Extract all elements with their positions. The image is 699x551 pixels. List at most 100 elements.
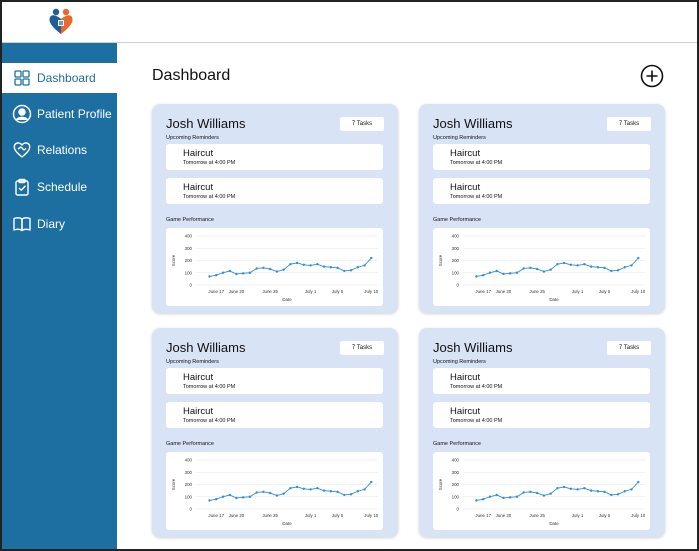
game-performance-label: Game Performance <box>166 217 214 223</box>
data-point <box>262 490 265 494</box>
x-tick-label: June 25 <box>262 513 278 518</box>
data-point <box>370 256 373 260</box>
reminder-title: Haircut <box>450 372 481 383</box>
data-point <box>623 266 626 269</box>
x-tick-label: July 5 <box>599 513 611 518</box>
data-point <box>268 491 272 495</box>
data-point <box>610 493 613 497</box>
y-tick-label: 100 <box>452 270 460 275</box>
game-performance-chart: 0 100 200 300 400 June 17 June 20 June 25 July 1… <box>433 452 650 530</box>
heart-handshake-icon <box>13 142 31 158</box>
x-axis-label: Date <box>282 297 292 302</box>
reminder-item[interactable]: Haircut Tomorrow at 4:00 PM <box>433 144 650 170</box>
reminder-item[interactable]: Haircut Tomorrow at 4:00 PM <box>166 402 383 428</box>
data-point <box>349 493 353 496</box>
data-point <box>569 263 573 266</box>
data-point <box>363 488 366 491</box>
data-point <box>336 490 339 494</box>
data-point <box>235 496 238 500</box>
patient-card[interactable]: Josh Williams 7 Tasks Upcoming Reminders… <box>152 104 398 313</box>
x-axis-label: Date <box>549 297 559 302</box>
data-point <box>215 498 218 501</box>
x-tick-label: June 25 <box>529 289 545 294</box>
y-axis-label: Score <box>438 478 443 490</box>
sidebar-item-diary[interactable]: Diary <box>12 211 65 237</box>
data-point <box>583 486 586 490</box>
line-chart: 0 100 200 300 400 June 17 June 20 June 25 July 1… <box>171 234 379 302</box>
patient-card[interactable]: Josh Williams 7 Tasks Upcoming Reminders… <box>152 328 398 537</box>
data-point <box>356 490 359 493</box>
reminder-item[interactable]: Haircut Tomorrow at 4:00 PM <box>166 368 383 394</box>
upcoming-reminders-label: Upcoming Reminders <box>433 359 486 365</box>
data-point <box>241 496 245 499</box>
data-point <box>309 264 312 267</box>
line-chart: 0 100 200 300 400 June 17 June 20 June 25 July 1… <box>438 458 646 526</box>
reminder-title: Haircut <box>183 406 214 417</box>
data-point <box>349 269 353 272</box>
grid-icon <box>14 70 30 86</box>
data-point <box>329 490 333 493</box>
y-tick-label: 200 <box>185 258 193 263</box>
data-point <box>583 262 586 266</box>
x-tick-label: June 25 <box>262 289 278 294</box>
game-performance-label: Game Performance <box>433 217 481 223</box>
data-point <box>282 492 285 495</box>
x-tick-label: July 10 <box>364 289 378 294</box>
patient-name: Josh Williams <box>433 116 513 131</box>
sidebar-item-label: Schedule <box>37 180 88 194</box>
data-point <box>356 266 359 269</box>
data-point <box>302 263 306 266</box>
series-line <box>209 257 372 277</box>
patient-card[interactable]: Josh Williams 7 Tasks Upcoming Reminders… <box>419 104 665 313</box>
tasks-badge[interactable]: 7 Tasks <box>607 117 651 131</box>
x-tick-label: July 5 <box>332 289 344 294</box>
tasks-badge[interactable]: 7 Tasks <box>340 341 384 355</box>
data-point <box>556 486 559 490</box>
reminder-item[interactable]: Haircut Tomorrow at 4:00 PM <box>166 178 383 204</box>
x-tick-label: June 17 <box>208 513 224 518</box>
reminder-item[interactable]: Haircut Tomorrow at 4:00 PM <box>433 368 650 394</box>
sidebar-item-patient-profile[interactable]: Patient Profile <box>12 101 112 127</box>
tasks-badge[interactable]: 7 Tasks <box>607 341 651 355</box>
patient-card[interactable]: Josh Williams 7 Tasks Upcoming Reminders… <box>419 328 665 537</box>
app-window: Dashboard Patient Profile Relations Sche… <box>0 0 699 551</box>
data-point <box>569 487 573 490</box>
data-point <box>343 493 346 497</box>
data-point <box>542 494 546 497</box>
data-point <box>208 499 211 502</box>
book-icon <box>13 217 31 232</box>
y-tick-label: 300 <box>185 470 193 475</box>
data-point <box>255 491 258 494</box>
x-tick-label: June 17 <box>208 289 224 294</box>
data-point <box>248 271 252 274</box>
reminder-item[interactable]: Haircut Tomorrow at 4:00 PM <box>433 402 650 428</box>
data-point <box>322 489 326 492</box>
reminder-item[interactable]: Haircut Tomorrow at 4:00 PM <box>433 178 650 204</box>
x-tick-label: June 20 <box>229 289 245 294</box>
tasks-badge[interactable]: 7 Tasks <box>340 117 384 131</box>
x-tick-label: June 17 <box>475 513 491 518</box>
data-point <box>637 480 640 484</box>
y-tick-label: 400 <box>452 458 460 463</box>
data-point <box>370 480 373 484</box>
data-point <box>268 267 272 271</box>
data-point <box>596 490 600 493</box>
x-tick-label: July 10 <box>631 289 645 294</box>
data-point <box>549 268 552 271</box>
sidebar-item-dashboard[interactable]: Dashboard <box>12 65 96 91</box>
data-point <box>255 267 258 270</box>
data-point <box>316 486 319 490</box>
data-point <box>248 495 252 498</box>
sidebar-item-schedule[interactable]: Schedule <box>12 174 87 200</box>
reminder-item[interactable]: Haircut Tomorrow at 4:00 PM <box>166 144 383 170</box>
reminder-title: Haircut <box>183 372 214 383</box>
data-point <box>488 495 492 498</box>
add-circle-icon[interactable] <box>640 64 664 88</box>
y-tick-label: 0 <box>457 283 460 288</box>
data-point <box>495 269 498 273</box>
x-tick-label: July 1 <box>572 513 584 518</box>
x-tick-label: July 5 <box>599 289 611 294</box>
data-point <box>542 270 546 273</box>
sidebar-item-relations[interactable]: Relations <box>12 137 87 163</box>
data-point <box>295 485 299 489</box>
